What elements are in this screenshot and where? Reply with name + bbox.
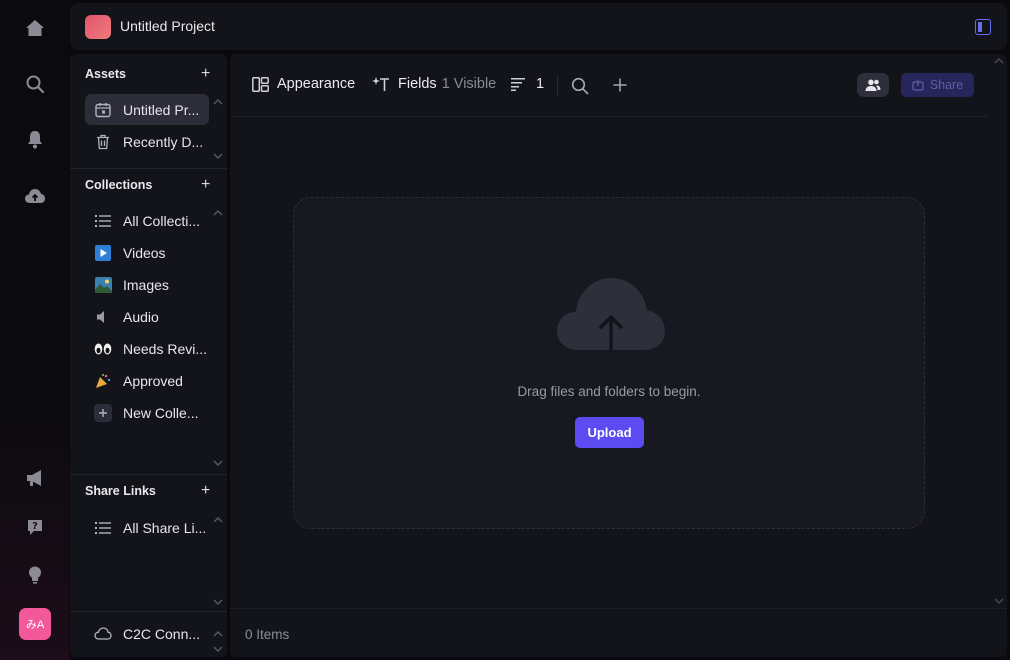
sidebar-item-label: New Colle... (123, 404, 199, 421)
sidebar-item-label: Needs Revi... (123, 340, 208, 357)
share-links-section-title: Share Links (85, 484, 156, 498)
dropzone-text: Drag files and folders to begin. (517, 384, 701, 399)
sidebar-item-all-share-links[interactable]: All Share Li... (85, 512, 209, 543)
project-title[interactable]: Untitled Project (120, 18, 215, 34)
cloud-icon (94, 625, 112, 643)
plus-icon (613, 78, 627, 92)
main-panel: Appearance Fields 1 Visible 1 Share Drag… (230, 54, 1007, 657)
sidebar-item-new-collection[interactable]: New Colle... (85, 397, 209, 428)
svg-text:?: ? (32, 521, 38, 532)
home-icon[interactable] (21, 14, 49, 42)
lightbulb-icon[interactable] (21, 561, 49, 589)
sidebar-item-images[interactable]: Images (85, 269, 209, 300)
scroll-down-icon[interactable] (213, 645, 223, 653)
sidebar-item-recently-deleted[interactable]: Recently D... (85, 126, 209, 157)
scroll-down-icon[interactable] (994, 597, 1004, 605)
scroll-up-icon[interactable] (213, 630, 223, 638)
scroll-down-icon[interactable] (213, 598, 223, 606)
speaker-icon (94, 308, 112, 326)
sort-count: 1 (536, 76, 545, 92)
avatar[interactable]: みA (19, 608, 51, 640)
sidebar-item-untitled-project[interactable]: Untitled Pr... (85, 94, 209, 125)
appearance-label: Appearance (277, 76, 356, 92)
megaphone-icon[interactable] (21, 464, 49, 492)
sort-icon (511, 77, 526, 91)
add-share-link-button[interactable]: + (201, 483, 210, 499)
sidebar-item-approved[interactable]: Approved (85, 365, 209, 396)
sidebar-item-videos[interactable]: Videos (85, 237, 209, 268)
sidebar-item-label: All Collecti... (123, 212, 201, 229)
scroll-down-icon[interactable] (213, 459, 223, 467)
people-icon (865, 79, 881, 91)
sidebar-item-label: Videos (123, 244, 166, 261)
section-divider (70, 168, 227, 169)
footer-divider (230, 608, 1007, 609)
toolbar-divider (557, 76, 558, 96)
bell-icon[interactable] (21, 125, 49, 153)
share-button[interactable]: Share (901, 73, 974, 97)
project-icon (94, 101, 112, 119)
project-avatar (85, 15, 111, 39)
add-asset-button[interactable]: + (201, 66, 210, 82)
fields-button[interactable]: Fields 1 Visible (372, 76, 496, 92)
collections-section-title: Collections (85, 178, 153, 192)
sidebar-item-label: Audio (123, 308, 159, 325)
scroll-up-icon[interactable] (994, 57, 1004, 65)
scroll-up-icon[interactable] (213, 209, 223, 217)
sidebar-item-audio[interactable]: Audio (85, 301, 209, 332)
search-icon[interactable] (21, 70, 49, 98)
trash-icon (94, 133, 112, 151)
scroll-up-icon[interactable] (213, 98, 223, 106)
left-rail: ? みA (0, 0, 69, 660)
sidebar-item-all-collections[interactable]: All Collecti... (85, 205, 209, 236)
fields-icon (372, 76, 390, 92)
sidebar-item-c2c-connections[interactable]: C2C Conn... (85, 618, 209, 649)
top-bar: Untitled Project (70, 3, 1007, 50)
cloud-upload-icon (557, 278, 665, 351)
sidebar-item-label: C2C Conn... (123, 625, 201, 642)
section-divider (70, 474, 227, 475)
items-count: 0 Items (245, 627, 290, 642)
scroll-up-icon[interactable] (213, 516, 223, 524)
list-icon (94, 519, 112, 537)
play-icon (94, 244, 112, 262)
appearance-button[interactable]: Appearance (252, 76, 355, 92)
party-icon (94, 372, 112, 390)
layout-icon (252, 76, 269, 92)
help-icon[interactable]: ? (21, 513, 49, 541)
sidebar-item-needs-review[interactable]: Needs Revi... (85, 333, 209, 364)
add-view-button[interactable] (613, 78, 627, 92)
eyes-icon (94, 340, 112, 358)
sidebar-item-label: Approved (123, 372, 183, 389)
share-label: Share (929, 78, 964, 92)
cloud-upload-icon[interactable] (21, 182, 49, 210)
image-icon (94, 276, 112, 294)
sidebar: Assets + Untitled Pr... Recently D... Co… (70, 54, 227, 657)
sidebar-item-label: Untitled Pr... (123, 101, 200, 118)
sort-button[interactable]: 1 (511, 76, 544, 92)
assets-section-title: Assets (85, 67, 126, 81)
share-icon (912, 79, 924, 91)
sidebar-item-label: Recently D... (123, 133, 204, 150)
upload-button[interactable]: Upload (575, 417, 644, 448)
section-divider (70, 611, 227, 612)
sidebar-item-label: Images (123, 276, 169, 293)
scroll-down-icon[interactable] (213, 152, 223, 160)
list-icon (94, 212, 112, 230)
search-button[interactable] (571, 77, 589, 95)
sidebar-item-label: All Share Li... (123, 519, 207, 536)
plus-icon (94, 403, 112, 422)
collaborators-button[interactable] (857, 73, 889, 97)
fields-visible-count: 1 Visible (441, 76, 497, 92)
upload-dropzone[interactable]: Drag files and folders to begin. Upload (293, 197, 925, 529)
fields-label: Fields (398, 76, 437, 92)
panel-toggle-icon[interactable] (975, 19, 991, 35)
add-collection-button[interactable]: + (201, 177, 210, 193)
search-icon (571, 77, 589, 95)
toolbar-divider (232, 116, 988, 117)
